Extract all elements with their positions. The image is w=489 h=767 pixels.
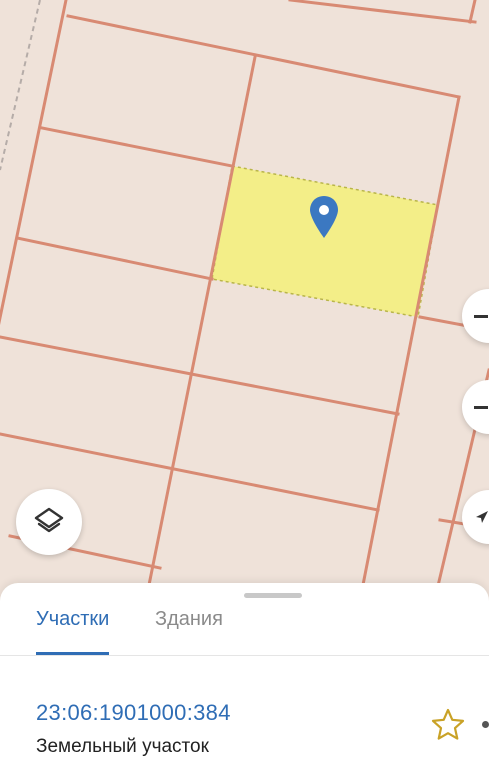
drag-handle[interactable]: [244, 593, 302, 598]
zoom-in-icon: [474, 314, 488, 318]
bottom-sheet[interactable]: Участки Здания 23:06:1901000:384 Земельн…: [0, 583, 489, 767]
star-icon[interactable]: [430, 707, 466, 743]
tab-plots-label: Участки: [36, 608, 110, 630]
layers-icon: [34, 507, 64, 533]
tab-plots[interactable]: Участки: [36, 607, 110, 655]
more-options-dot[interactable]: [482, 721, 489, 728]
navigate-arrow-icon: [476, 511, 488, 523]
dashed-boundary-line: [0, 0, 41, 171]
tab-buildings-label: Здания: [155, 608, 223, 630]
tab-buildings[interactable]: Здания: [155, 607, 223, 655]
tab-bar: Участки Здания: [0, 607, 489, 656]
map-app: Участки Здания 23:06:1901000:384 Земельн…: [0, 0, 489, 767]
cadastral-number-link[interactable]: 23:06:1901000:384: [36, 700, 231, 726]
selected-plot[interactable]: [211, 165, 439, 318]
active-tab-indicator: [36, 652, 110, 655]
layers-button[interactable]: [16, 489, 82, 555]
zoom-out-icon: [474, 405, 488, 409]
plot-type-label: Земельный участок: [36, 736, 209, 757]
